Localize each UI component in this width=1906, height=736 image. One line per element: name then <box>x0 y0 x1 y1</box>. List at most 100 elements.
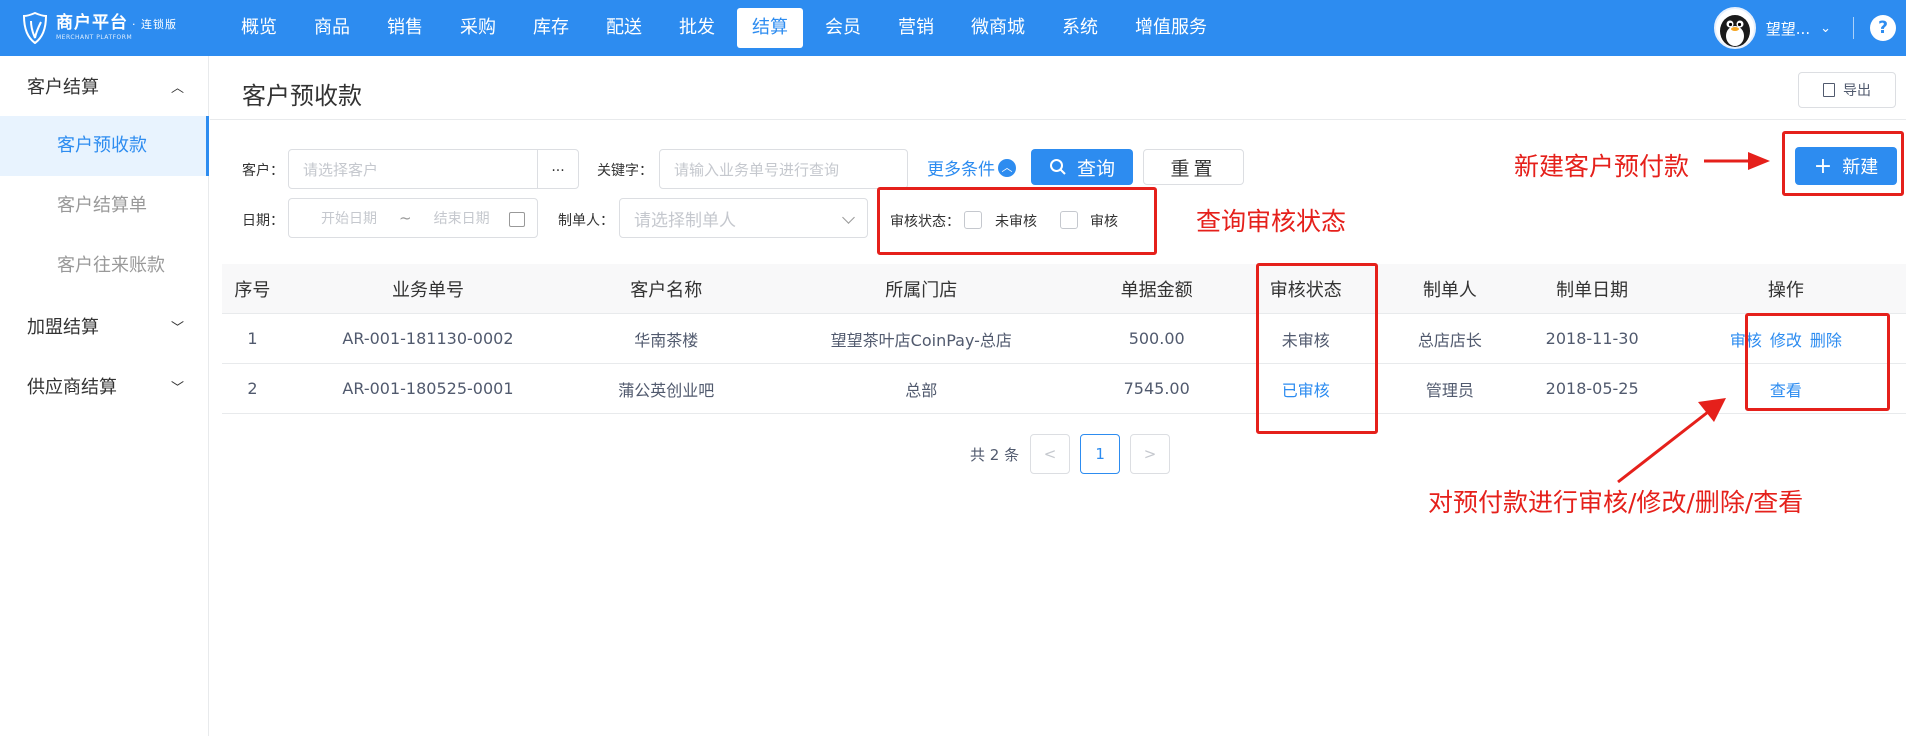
column-header: 序号 <box>234 279 271 301</box>
nav-item-system[interactable]: 系统 <box>1047 8 1113 48</box>
creator: 管理员 <box>1425 380 1474 400</box>
brand-logo[interactable]: 商户平台 · 连锁版 MERCHANT PLATFORM <box>22 10 177 46</box>
customer-placeholder: 请选择客户 <box>303 160 379 179</box>
date-range-picker[interactable]: 开始日期 ~ 结束日期 <box>288 198 538 238</box>
store-name: 望望茶叶店CoinPay-总店 <box>830 330 1012 350</box>
date-label: 日期： <box>242 213 284 229</box>
annotation-query-status: 查询审核状态 <box>1196 207 1347 236</box>
sidebar: 客户结算 ︿ 客户预收款 客户结算单 客户往来账款 加盟结算 ﹀ 供应商结算 ﹀ <box>0 56 209 736</box>
column-header: 客户名称 <box>630 279 703 301</box>
more-conditions-link[interactable]: 更多条件 ︿ <box>927 155 1016 180</box>
annotation-new-prepay: 新建客户预付款 <box>1514 152 1690 181</box>
date-separator: ~ <box>399 209 412 227</box>
nav-item-overview[interactable]: 概览 <box>226 8 292 48</box>
row-index: 2 <box>247 379 258 398</box>
customer-name: 华南茶楼 <box>634 330 699 350</box>
annotation-box-new <box>1782 131 1904 196</box>
creator-select[interactable]: 请选择制单人 <box>619 198 868 238</box>
reset-button[interactable]: 重置 <box>1143 149 1244 185</box>
store-name: 总部 <box>905 380 938 400</box>
creator: 总店店长 <box>1417 330 1482 350</box>
nav-item-value-added[interactable]: 增值服务 <box>1120 8 1222 48</box>
column-header: 制单日期 <box>1556 279 1629 301</box>
nav-item-purchase[interactable]: 采购 <box>445 8 511 48</box>
annotation-box-status-column <box>1256 263 1378 434</box>
column-header: 制单人 <box>1422 279 1477 301</box>
export-button[interactable]: 导出 <box>1798 72 1896 108</box>
nav-item-delivery[interactable]: 配送 <box>591 8 657 48</box>
page-title: 客户预收款 <box>242 82 362 110</box>
nav-item-products[interactable]: 商品 <box>299 8 365 48</box>
column-header: 单据金额 <box>1120 279 1193 301</box>
chevron-down-icon <box>842 211 855 224</box>
nav-item-micro-mall[interactable]: 微商城 <box>956 8 1040 48</box>
prev-page-button[interactable]: < <box>1030 434 1071 474</box>
main-nav: 概览 商品 销售 采购 库存 配送 批发 结算 会员 营销 微商城 系统 增值服… <box>226 8 1229 48</box>
user-area: 望望... ⌄ ? <box>1713 0 1906 56</box>
header-divider <box>1853 17 1854 39</box>
creator-placeholder: 请选择制单人 <box>634 210 736 231</box>
created-date: 2018-11-30 <box>1545 329 1639 348</box>
amount: 7545.00 <box>1123 379 1190 398</box>
column-header: 操作 <box>1767 279 1804 301</box>
keyword-search-input[interactable]: 请输入业务单号进行查询 <box>659 149 908 189</box>
sidebar-group-label: 供应商结算 <box>27 377 117 398</box>
username[interactable]: 望望... <box>1766 18 1810 39</box>
annotation-arrow-right-icon <box>1704 152 1770 170</box>
customer-picker-button[interactable]: ... <box>537 149 579 189</box>
sidebar-group-customer-settlement[interactable]: 客户结算 ︿ <box>0 56 208 116</box>
more-conditions-label: 更多条件 <box>927 160 995 180</box>
table-header: 序号 业务单号 客户名称 所属门店 单据金额 审核状态 制单人 制单日期 操作 <box>222 264 1906 314</box>
sidebar-item-customer-prepayment[interactable]: 客户预收款 <box>0 116 209 176</box>
export-file-icon <box>1823 83 1835 97</box>
chevron-up-circle-icon: ︿ <box>998 158 1016 177</box>
page-1-button[interactable]: 1 <box>1080 434 1121 474</box>
query-button[interactable]: 查询 <box>1031 149 1133 185</box>
brand-subtitle: MERCHANT PLATFORM <box>56 34 133 41</box>
sidebar-group-label: 客户结算 <box>27 77 99 98</box>
total-count: 共 2 条 <box>970 445 1020 464</box>
nav-item-settlement[interactable]: 结算 <box>737 8 803 48</box>
search-icon <box>1049 159 1066 175</box>
brand-name: 商户平台 <box>56 13 128 33</box>
annotation-box-audit-filter <box>877 187 1157 255</box>
title-divider <box>210 119 1906 120</box>
customer-label: 客户： <box>242 163 284 179</box>
help-icon[interactable]: ? <box>1870 15 1896 41</box>
annotation-arrow-up-right-icon <box>1617 398 1726 484</box>
creator-label: 制单人： <box>558 213 614 229</box>
export-label: 导出 <box>1843 83 1871 99</box>
penguin-avatar-icon[interactable] <box>1713 7 1756 49</box>
sidebar-group-label: 加盟结算 <box>27 317 99 338</box>
nav-item-marketing[interactable]: 营销 <box>883 8 949 48</box>
nav-item-sales[interactable]: 销售 <box>372 8 438 48</box>
nav-item-members[interactable]: 会员 <box>810 8 876 48</box>
query-label: 查询 <box>1076 157 1115 180</box>
start-date-placeholder: 开始日期 <box>321 211 377 227</box>
reset-label: 重置 <box>1170 157 1217 180</box>
sidebar-group-supplier-settlement[interactable]: 供应商结算 ﹀ <box>0 356 208 416</box>
calendar-icon <box>509 212 525 227</box>
nav-item-wholesale[interactable]: 批发 <box>664 8 730 48</box>
chevron-down-icon: ﹀ <box>170 380 184 396</box>
customer-select-input[interactable]: 请选择客户 <box>288 149 538 189</box>
nav-item-inventory[interactable]: 库存 <box>518 8 584 48</box>
column-header: 所属门店 <box>885 279 958 301</box>
order-number: AR-001-180525-0001 <box>342 379 514 398</box>
chevron-up-icon: ︿ <box>170 80 184 96</box>
sidebar-item-customer-statement[interactable]: 客户结算单 <box>0 176 208 236</box>
shield-leaf-logo-icon <box>22 12 48 44</box>
column-header: 业务单号 <box>391 279 464 301</box>
sidebar-group-franchise-settlement[interactable]: 加盟结算 ﹀ <box>0 296 208 356</box>
next-page-button[interactable]: > <box>1130 434 1171 474</box>
amount: 500.00 <box>1128 329 1185 348</box>
chevron-down-icon: ﹀ <box>170 320 184 336</box>
annotation-box-row-actions <box>1745 313 1890 411</box>
end-date-placeholder: 结束日期 <box>433 211 490 227</box>
table-row: 1 AR-001-181130-0002 华南茶楼 望望茶叶店CoinPay-总… <box>222 314 1906 364</box>
keyword-placeholder: 请输入业务单号进行查询 <box>674 160 840 179</box>
sidebar-item-customer-accounts[interactable]: 客户往来账款 <box>0 236 208 296</box>
chevron-down-icon[interactable]: ⌄ <box>1820 21 1831 36</box>
order-number: AR-001-181130-0002 <box>342 329 514 348</box>
keyword-label: 关键字： <box>597 163 653 179</box>
